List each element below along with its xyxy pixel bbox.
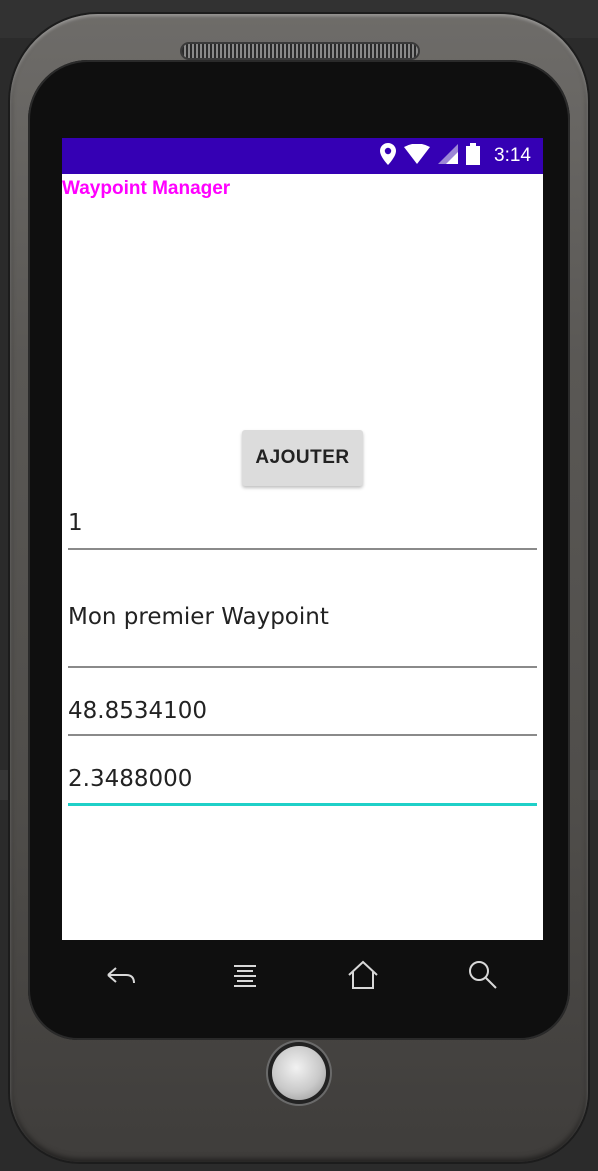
longitude-field[interactable]: 2.3488000 [68,766,537,806]
menu-icon[interactable] [228,958,262,992]
name-field-value: Mon premier Waypoint [68,604,329,630]
id-field-value: 1 [68,510,83,536]
add-button[interactable]: AJOUTER [242,430,363,486]
app-title: Waypoint Manager [62,178,231,199]
status-bar: 3:14 [62,138,543,174]
speaker-grille [182,44,418,58]
home-icon[interactable] [346,958,380,992]
name-field[interactable]: Mon premier Waypoint [68,604,537,668]
location-icon [380,143,397,169]
latitude-field-value: 48.8534100 [68,698,208,724]
id-field[interactable]: 1 [68,510,537,550]
cell-signal-icon [438,144,459,168]
device-screen: 3:14 Waypoint Manager AJOUTER 1 Mon prem… [62,138,543,940]
back-icon[interactable] [104,958,138,992]
wifi-icon [404,143,431,168]
longitude-field-value: 2.3488000 [68,766,193,792]
navigation-bar [62,940,543,1010]
status-time: 3:14 [494,145,531,166]
latitude-field[interactable]: 48.8534100 [68,698,537,736]
search-icon[interactable] [466,958,500,992]
hardware-home-button[interactable] [272,1046,326,1100]
battery-icon [466,143,481,169]
